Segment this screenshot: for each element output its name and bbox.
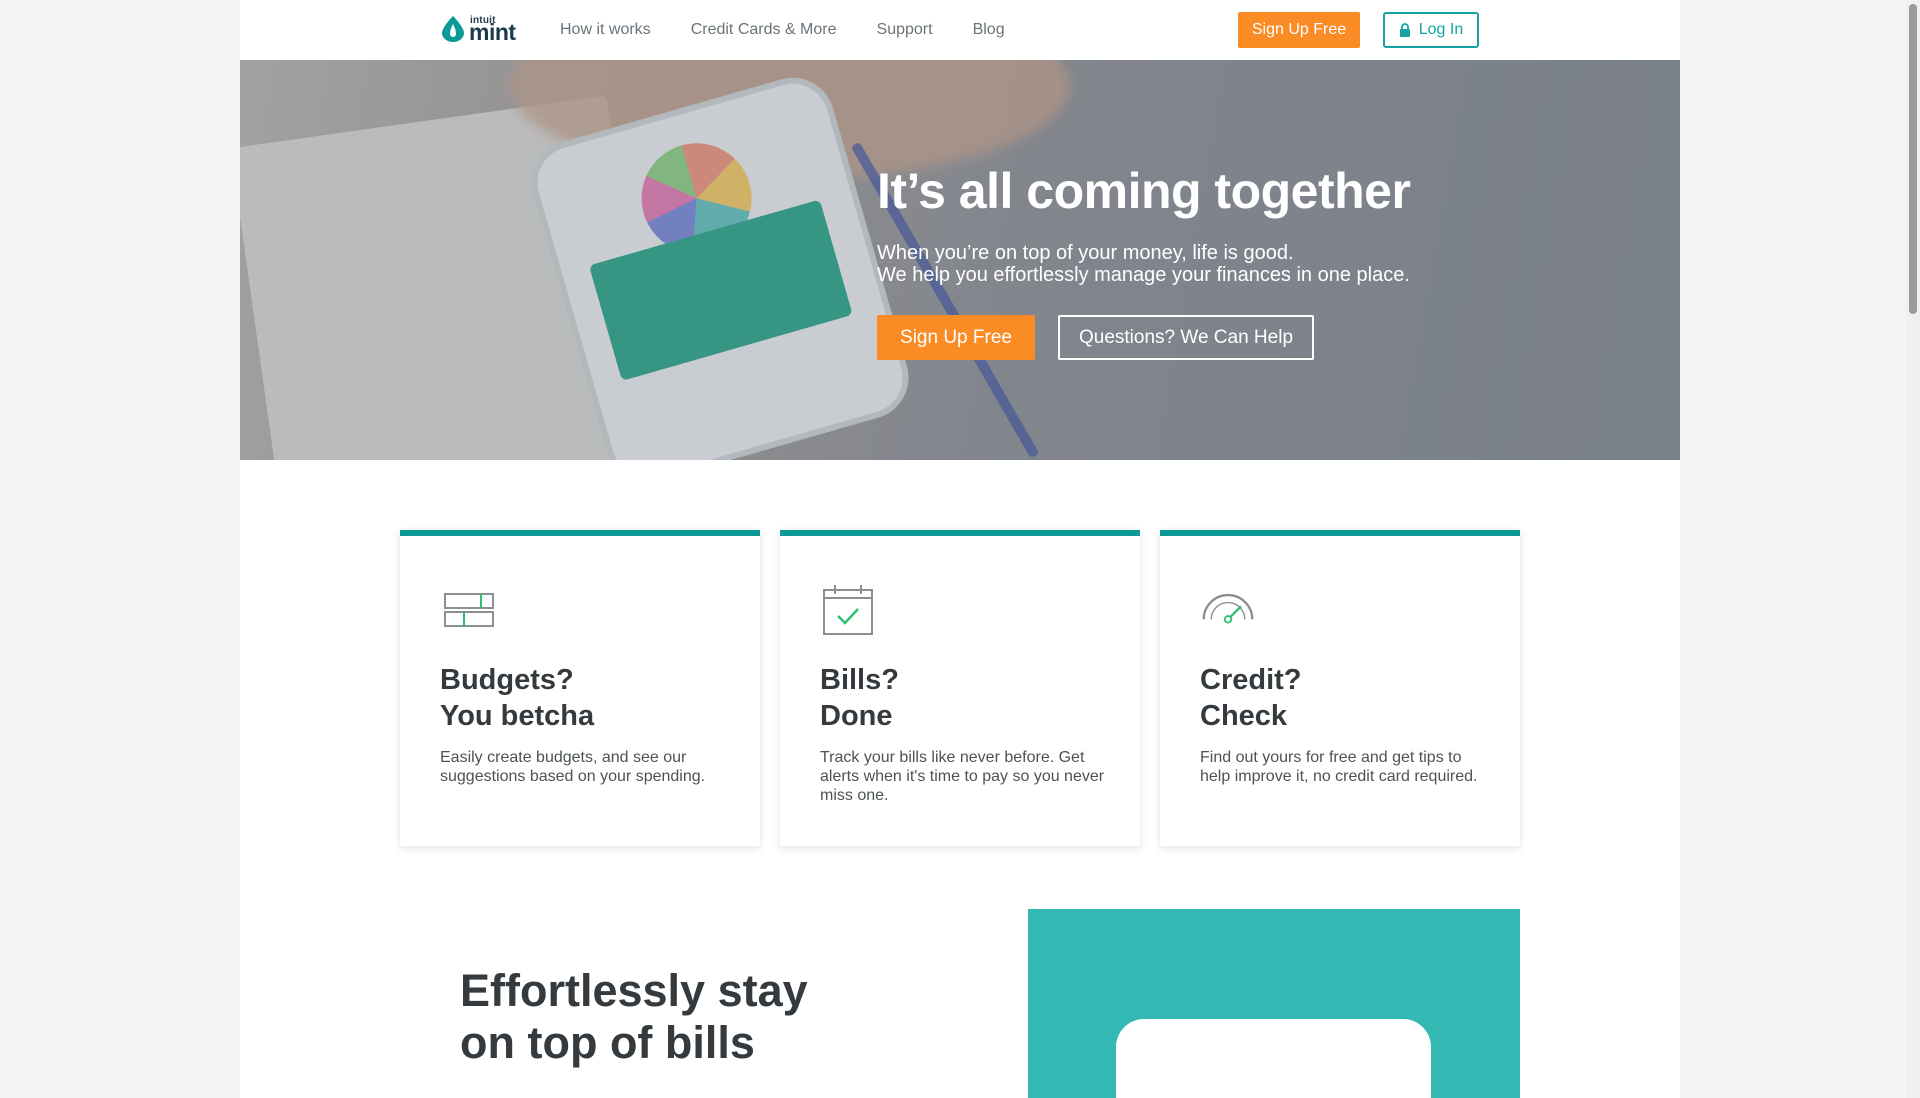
section-bills-title: Effortlessly stay on top of bills bbox=[460, 965, 808, 1069]
hero-signup-button[interactable]: Sign Up Free bbox=[877, 315, 1035, 360]
budget-icon bbox=[444, 593, 494, 627]
nav-links: How it works Credit Cards & More Support… bbox=[560, 0, 1045, 60]
hero-banner: It’s all coming together When you’re on … bbox=[240, 60, 1680, 460]
card-description: Find out yours for free and get tips to … bbox=[1200, 749, 1478, 785]
feature-card-credit: Credit? Check Find out yours for free an… bbox=[1160, 530, 1520, 846]
card-title: Credit? Check bbox=[1200, 662, 1302, 734]
bills-illustration-panel bbox=[1028, 909, 1520, 1098]
card-title-line1: Budgets? bbox=[440, 664, 574, 696]
gauge-icon bbox=[1202, 593, 1254, 624]
hero-title: It’s all coming together bbox=[877, 163, 1411, 219]
feature-card-budgets: Budgets? You betcha Easily create budget… bbox=[400, 530, 760, 846]
card-description: Track your bills like never before. Get … bbox=[820, 749, 1105, 804]
page: intuit mint How it works Credit Cards & … bbox=[240, 0, 1680, 1098]
hero-subtitle-line2: We help you effortlessly manage your fin… bbox=[877, 264, 1410, 286]
nav-link-blog[interactable]: Blog bbox=[973, 21, 1005, 39]
card-title-line2: You betcha bbox=[440, 700, 595, 732]
top-nav: intuit mint How it works Credit Cards & … bbox=[240, 0, 1680, 60]
card-title-line2: Done bbox=[820, 700, 893, 732]
mint-logo[interactable]: intuit mint bbox=[440, 14, 520, 46]
card-title: Bills? Done bbox=[820, 662, 899, 734]
nav-link-support[interactable]: Support bbox=[877, 21, 933, 39]
bills-phone-graphic bbox=[1116, 1019, 1431, 1098]
card-title-line2: Check bbox=[1200, 700, 1288, 732]
section-bills-title-line2: on top of bills bbox=[460, 1017, 755, 1068]
mint-drop-icon bbox=[442, 16, 464, 42]
hero-subtitle: When you’re on top of your money, life i… bbox=[877, 242, 1410, 286]
login-label: Log In bbox=[1418, 21, 1464, 38]
mint-wordmark: mint bbox=[469, 19, 516, 45]
card-title-line1: Bills? bbox=[820, 664, 899, 696]
scrollbar-thumb[interactable] bbox=[1909, 4, 1917, 314]
nav-signup-button[interactable]: Sign Up Free bbox=[1238, 12, 1360, 48]
feature-card-bills: Bills? Done Track your bills like never … bbox=[780, 530, 1140, 846]
nav-link-credit-cards[interactable]: Credit Cards & More bbox=[691, 21, 837, 39]
hero-help-button[interactable]: Questions? We Can Help bbox=[1058, 315, 1314, 360]
lock-icon bbox=[1399, 23, 1410, 37]
calendar-check-icon bbox=[823, 585, 873, 635]
login-button[interactable]: Log In bbox=[1383, 12, 1479, 48]
section-bills-title-line1: Effortlessly stay bbox=[460, 965, 808, 1016]
nav-link-how-it-works[interactable]: How it works bbox=[560, 21, 651, 39]
card-description: Easily create budgets, and see our sugge… bbox=[440, 749, 706, 785]
card-title: Budgets? You betcha bbox=[440, 662, 594, 734]
card-title-line1: Credit? bbox=[1200, 664, 1302, 696]
hero-subtitle-line1: When you’re on top of your money, life i… bbox=[877, 242, 1294, 264]
page-scrollbar[interactable] bbox=[1906, 0, 1920, 1098]
